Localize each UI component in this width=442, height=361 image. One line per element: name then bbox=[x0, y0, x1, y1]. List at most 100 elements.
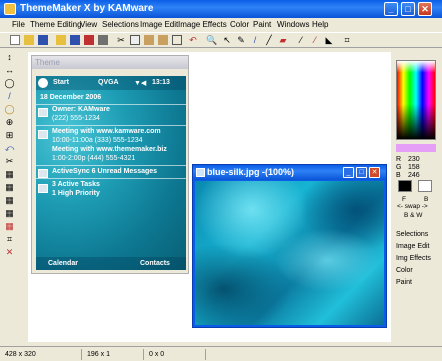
layer-icon-2[interactable]: ▦ bbox=[4, 182, 15, 193]
ellipse-select-icon[interactable]: ◯ bbox=[4, 78, 15, 89]
calendar-softkey[interactable]: Calendar bbox=[48, 260, 78, 267]
foreground-color-swatch[interactable] bbox=[398, 180, 412, 192]
image-minimize-button[interactable]: _ bbox=[343, 167, 354, 178]
select-arrow-icon[interactable]: ↖ bbox=[222, 35, 232, 45]
eyedropper-icon[interactable]: ⁄ bbox=[296, 35, 306, 45]
layer-icon-3[interactable]: ▦ bbox=[4, 195, 15, 206]
black-white-button[interactable]: B & W bbox=[404, 212, 422, 219]
r-value[interactable]: 230 bbox=[408, 156, 420, 163]
b-value[interactable]: 246 bbox=[408, 172, 420, 179]
color-picker-icon[interactable]: ◣ bbox=[324, 35, 334, 45]
theme-window[interactable]: Theme Start QVGA ▼◀ 13:13 18 December 20… bbox=[31, 55, 189, 274]
brush-tool-icon[interactable]: / bbox=[4, 91, 15, 102]
line-icon[interactable]: ╱ bbox=[264, 35, 274, 45]
background-label: B bbox=[424, 196, 429, 203]
open-theme-icon[interactable] bbox=[56, 35, 66, 45]
crop-tool-icon[interactable]: ⌗ bbox=[4, 234, 15, 245]
high-priority: 1 High Priority bbox=[52, 190, 100, 197]
app-icon bbox=[4, 3, 16, 15]
selection-size-status: 0 x 0 bbox=[146, 349, 206, 360]
fill-icon[interactable]: ⁄ bbox=[310, 35, 320, 45]
pencil-icon[interactable]: ✎ bbox=[236, 35, 246, 45]
g-value[interactable]: 158 bbox=[408, 164, 420, 171]
left-toolbar: ↕ ↔ ◯ / ◯ ⊕ ⊞ ⤺ ✂ ▦ ▦ ▦ ▦ ▦ ⌗ ✕ bbox=[3, 52, 17, 262]
panel-link-image-edit[interactable]: Image Edit bbox=[396, 243, 429, 250]
menu-file[interactable]: File bbox=[12, 20, 25, 29]
zoom-icon[interactable]: 🔍 bbox=[206, 35, 217, 45]
divider bbox=[36, 165, 186, 166]
close-button[interactable]: ✕ bbox=[418, 2, 432, 16]
menu-selections[interactable]: Selections bbox=[102, 20, 139, 29]
theme-window-title[interactable]: Theme bbox=[32, 56, 188, 69]
swap-colors-button[interactable]: <- swap -> bbox=[397, 203, 428, 210]
today-date: 18 December 2006 bbox=[40, 94, 102, 101]
brush-icon[interactable]: / bbox=[250, 35, 260, 45]
owner-phone: (222) 555-1234 bbox=[52, 115, 100, 122]
menu-view[interactable]: View bbox=[80, 20, 97, 29]
qvga-label: QVGA bbox=[98, 79, 119, 86]
active-tasks: 3 Active Tasks bbox=[52, 181, 100, 188]
crop-select-icon[interactable] bbox=[172, 35, 182, 45]
panel-link-selections[interactable]: Selections bbox=[396, 231, 428, 238]
menu-windows[interactable]: Windows bbox=[277, 20, 309, 29]
move-tool-icon[interactable]: ⊕ bbox=[4, 117, 15, 128]
print-icon[interactable] bbox=[98, 35, 108, 45]
eraser-icon[interactable]: ▰ bbox=[278, 35, 288, 45]
cut-icon[interactable]: ✂ bbox=[116, 35, 126, 45]
delete-icon[interactable]: ✕ bbox=[4, 247, 15, 258]
meeting-2-title: Meeting with www.thememaker.biz bbox=[52, 146, 167, 153]
activesync-status: ActiveSync 6 Unread Messages bbox=[52, 168, 158, 175]
signal-icon: ▼◀ bbox=[134, 80, 147, 87]
layer-icon-4[interactable]: ▦ bbox=[4, 208, 15, 219]
menu-paint[interactable]: Paint bbox=[253, 20, 271, 29]
background-color-swatch[interactable] bbox=[418, 180, 432, 192]
copy-icon[interactable] bbox=[130, 35, 140, 45]
grid-icon[interactable]: ⊞ bbox=[4, 130, 15, 141]
image-close-button[interactable]: ✕ bbox=[369, 167, 380, 178]
scissors-icon[interactable]: ✂ bbox=[4, 156, 15, 167]
move-vertical-icon[interactable]: ↕ bbox=[4, 52, 15, 63]
menu-image-effects[interactable]: Image Effects bbox=[178, 20, 227, 29]
start-label[interactable]: Start bbox=[53, 79, 69, 86]
layer-icon-1[interactable]: ▦ bbox=[4, 169, 15, 180]
color-palette[interactable] bbox=[396, 60, 436, 140]
activesync-icon bbox=[38, 169, 48, 178]
status-bar: 428 x 320 196 x 1 0 x 0 bbox=[0, 346, 442, 361]
save-as-icon[interactable] bbox=[84, 35, 94, 45]
panel-link-paint[interactable]: Paint bbox=[396, 279, 412, 286]
menu-color[interactable]: Color bbox=[230, 20, 249, 29]
crop-icon[interactable]: ⌗ bbox=[342, 35, 352, 45]
open-folder-icon[interactable] bbox=[24, 35, 34, 45]
rotate-icon[interactable]: ⤺ bbox=[4, 143, 15, 154]
workspace[interactable]: Theme Start QVGA ▼◀ 13:13 18 December 20… bbox=[28, 52, 391, 342]
selected-color-swatch bbox=[396, 144, 436, 152]
paste-icon[interactable] bbox=[144, 35, 154, 45]
maximize-button[interactable]: □ bbox=[401, 2, 415, 16]
color-panel: R 230 G 158 B 246 F B <- swap -> B & W S… bbox=[394, 52, 442, 342]
save-theme-icon[interactable] bbox=[70, 35, 80, 45]
owner-name: Owner: KAMware bbox=[52, 106, 110, 113]
phone-preview[interactable]: Start QVGA ▼◀ 13:13 18 December 2006 Own… bbox=[36, 76, 186, 270]
title-bar[interactable]: ThemeMaker X by KAMware _ □ ✕ bbox=[0, 0, 442, 18]
minimize-button[interactable]: _ bbox=[384, 2, 398, 16]
image-maximize-button[interactable]: □ bbox=[356, 167, 367, 178]
r-label: R bbox=[396, 156, 402, 163]
people-icon[interactable]: ▦ bbox=[4, 221, 15, 232]
main-toolbar: ✂ ↶ 🔍 ↖ ✎ / ╱ ▰ ⁄ ⁄ ◣ ⌗ bbox=[0, 32, 442, 48]
cursor-position-status: 196 x 1 bbox=[84, 349, 144, 360]
menu-theme-editing[interactable]: Theme Editing bbox=[30, 20, 82, 29]
panel-link-color[interactable]: Color bbox=[396, 267, 413, 274]
menu-help[interactable]: Help bbox=[312, 20, 328, 29]
menu-image-edit[interactable]: Image Edit bbox=[140, 20, 178, 29]
contacts-softkey[interactable]: Contacts bbox=[140, 260, 170, 267]
image-window[interactable]: blue-silk.jpg -(100%) _ □ ✕ bbox=[192, 164, 387, 328]
panel-link-img-effects[interactable]: Img Effects bbox=[396, 255, 431, 262]
save-icon[interactable] bbox=[38, 35, 48, 45]
undo-icon[interactable]: ↶ bbox=[188, 35, 198, 45]
ellipse-tool-icon[interactable]: ◯ bbox=[4, 104, 15, 115]
paste-special-icon[interactable] bbox=[158, 35, 168, 45]
image-size-status: 428 x 320 bbox=[2, 349, 82, 360]
move-horizontal-icon[interactable]: ↔ bbox=[4, 65, 15, 76]
blue-silk-image[interactable] bbox=[195, 181, 384, 325]
new-file-icon[interactable] bbox=[10, 35, 20, 45]
